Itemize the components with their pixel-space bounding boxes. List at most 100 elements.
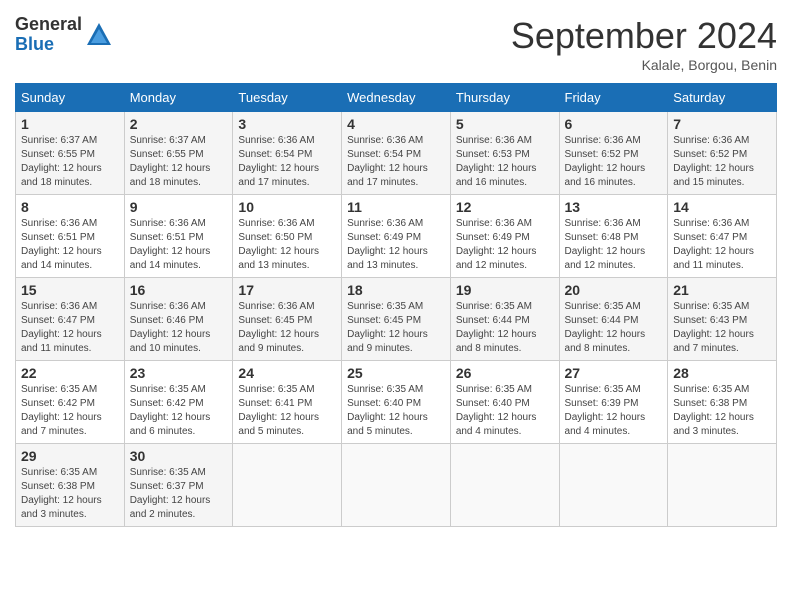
day-number: 12 [456,199,554,215]
calendar-day-cell [559,444,668,527]
calendar-day-cell: 25 Sunrise: 6:35 AM Sunset: 6:40 PM Dayli… [342,361,451,444]
day-number: 29 [21,448,119,464]
calendar-day-cell: 29 Sunrise: 6:35 AM Sunset: 6:38 PM Dayli… [16,444,125,527]
day-of-week-header: Wednesday [342,84,451,112]
day-number: 7 [673,116,771,132]
day-content: Sunrise: 6:37 AM Sunset: 6:55 PM Dayligh… [130,134,228,190]
day-number: 25 [347,365,445,381]
calendar-day-cell: 4 Sunrise: 6:36 AM Sunset: 6:54 PM Daylig… [342,112,451,195]
day-content: Sunrise: 6:36 AM Sunset: 6:52 PM Dayligh… [565,134,663,190]
day-number: 10 [238,199,336,215]
calendar-day-cell [233,444,342,527]
day-content: Sunrise: 6:35 AM Sunset: 6:42 PM Dayligh… [130,383,228,439]
calendar-week-row: 22 Sunrise: 6:35 AM Sunset: 6:42 PM Dayli… [16,361,777,444]
calendar-week-row: 8 Sunrise: 6:36 AM Sunset: 6:51 PM Daylig… [16,195,777,278]
calendar-day-cell: 20 Sunrise: 6:35 AM Sunset: 6:44 PM Dayli… [559,278,668,361]
day-content: Sunrise: 6:36 AM Sunset: 6:45 PM Dayligh… [238,300,336,356]
day-number: 23 [130,365,228,381]
calendar-day-cell [450,444,559,527]
day-content: Sunrise: 6:36 AM Sunset: 6:50 PM Dayligh… [238,217,336,273]
calendar-day-cell: 15 Sunrise: 6:36 AM Sunset: 6:47 PM Dayli… [16,278,125,361]
calendar-day-cell: 27 Sunrise: 6:35 AM Sunset: 6:39 PM Dayli… [559,361,668,444]
day-number: 22 [21,365,119,381]
day-content: Sunrise: 6:35 AM Sunset: 6:38 PM Dayligh… [673,383,771,439]
day-number: 30 [130,448,228,464]
day-content: Sunrise: 6:35 AM Sunset: 6:45 PM Dayligh… [347,300,445,356]
calendar-week-row: 15 Sunrise: 6:36 AM Sunset: 6:47 PM Dayli… [16,278,777,361]
day-number: 26 [456,365,554,381]
day-content: Sunrise: 6:35 AM Sunset: 6:41 PM Dayligh… [238,383,336,439]
calendar-day-cell: 1Sunrise: 6:37 AM Sunset: 6:55 PM Daylig… [16,112,125,195]
day-number: 21 [673,282,771,298]
day-content: Sunrise: 6:35 AM Sunset: 6:43 PM Dayligh… [673,300,771,356]
calendar-day-cell: 26 Sunrise: 6:35 AM Sunset: 6:40 PM Dayli… [450,361,559,444]
day-number: 13 [565,199,663,215]
calendar-day-cell: 13 Sunrise: 6:36 AM Sunset: 6:48 PM Dayli… [559,195,668,278]
month-title: September 2024 [511,15,777,57]
day-of-week-header: Monday [124,84,233,112]
day-of-week-header: Sunday [16,84,125,112]
calendar-week-row: 1Sunrise: 6:37 AM Sunset: 6:55 PM Daylig… [16,112,777,195]
day-of-week-header: Tuesday [233,84,342,112]
day-content: Sunrise: 6:35 AM Sunset: 6:38 PM Dayligh… [21,466,119,522]
calendar-day-cell: 23 Sunrise: 6:35 AM Sunset: 6:42 PM Dayli… [124,361,233,444]
day-number: 14 [673,199,771,215]
day-of-week-header: Thursday [450,84,559,112]
calendar-day-cell: 11Sunrise: 6:36 AM Sunset: 6:49 PM Dayli… [342,195,451,278]
day-number: 3 [238,116,336,132]
day-content: Sunrise: 6:35 AM Sunset: 6:37 PM Dayligh… [130,466,228,522]
day-content: Sunrise: 6:36 AM Sunset: 6:48 PM Dayligh… [565,217,663,273]
calendar-day-cell: 7 Sunrise: 6:36 AM Sunset: 6:52 PM Daylig… [668,112,777,195]
day-number: 4 [347,116,445,132]
day-number: 11 [347,199,445,215]
day-content: Sunrise: 6:36 AM Sunset: 6:53 PM Dayligh… [456,134,554,190]
day-of-week-header: Saturday [668,84,777,112]
calendar-day-cell: 5 Sunrise: 6:36 AM Sunset: 6:53 PM Daylig… [450,112,559,195]
day-content: Sunrise: 6:36 AM Sunset: 6:46 PM Dayligh… [130,300,228,356]
day-content: Sunrise: 6:35 AM Sunset: 6:40 PM Dayligh… [456,383,554,439]
page-header: General Blue September 2024 Kalale, Borg… [15,15,777,73]
logo: General Blue [15,15,113,55]
calendar-day-cell: 22 Sunrise: 6:35 AM Sunset: 6:42 PM Dayli… [16,361,125,444]
day-number: 2 [130,116,228,132]
calendar-day-cell: 10 Sunrise: 6:36 AM Sunset: 6:50 PM Dayli… [233,195,342,278]
day-content: Sunrise: 6:36 AM Sunset: 6:49 PM Dayligh… [456,217,554,273]
day-number: 9 [130,199,228,215]
day-content: Sunrise: 6:36 AM Sunset: 6:52 PM Dayligh… [673,134,771,190]
calendar-day-cell [668,444,777,527]
day-content: Sunrise: 6:35 AM Sunset: 6:44 PM Dayligh… [456,300,554,356]
day-content: Sunrise: 6:35 AM Sunset: 6:44 PM Dayligh… [565,300,663,356]
day-content: Sunrise: 6:35 AM Sunset: 6:39 PM Dayligh… [565,383,663,439]
day-content: Sunrise: 6:35 AM Sunset: 6:40 PM Dayligh… [347,383,445,439]
day-content: Sunrise: 6:36 AM Sunset: 6:54 PM Dayligh… [347,134,445,190]
day-content: Sunrise: 6:37 AM Sunset: 6:55 PM Dayligh… [21,134,119,190]
title-section: September 2024 Kalale, Borgou, Benin [511,15,777,73]
day-number: 16 [130,282,228,298]
day-number: 20 [565,282,663,298]
day-number: 18 [347,282,445,298]
day-number: 27 [565,365,663,381]
calendar-day-cell: 16 Sunrise: 6:36 AM Sunset: 6:46 PM Dayli… [124,278,233,361]
logo-icon [85,21,113,49]
day-number: 28 [673,365,771,381]
calendar-day-cell: 19Sunrise: 6:35 AM Sunset: 6:44 PM Dayli… [450,278,559,361]
day-number: 6 [565,116,663,132]
day-number: 8 [21,199,119,215]
day-number: 15 [21,282,119,298]
day-number: 17 [238,282,336,298]
calendar-day-cell [342,444,451,527]
calendar-week-row: 29 Sunrise: 6:35 AM Sunset: 6:38 PM Dayli… [16,444,777,527]
calendar-day-cell: 21 Sunrise: 6:35 AM Sunset: 6:43 PM Dayli… [668,278,777,361]
day-content: Sunrise: 6:35 AM Sunset: 6:42 PM Dayligh… [21,383,119,439]
calendar-header: SundayMondayTuesdayWednesdayThursdayFrid… [16,84,777,112]
calendar-table: SundayMondayTuesdayWednesdayThursdayFrid… [15,83,777,527]
day-number: 24 [238,365,336,381]
calendar-day-cell: 28 Sunrise: 6:35 AM Sunset: 6:38 PM Dayli… [668,361,777,444]
day-content: Sunrise: 6:36 AM Sunset: 6:51 PM Dayligh… [21,217,119,273]
day-number: 5 [456,116,554,132]
calendar-day-cell: 18 Sunrise: 6:35 AM Sunset: 6:45 PM Dayli… [342,278,451,361]
day-content: Sunrise: 6:36 AM Sunset: 6:47 PM Dayligh… [21,300,119,356]
calendar-day-cell: 2 Sunrise: 6:37 AM Sunset: 6:55 PM Daylig… [124,112,233,195]
day-content: Sunrise: 6:36 AM Sunset: 6:54 PM Dayligh… [238,134,336,190]
calendar-day-cell: 14Sunrise: 6:36 AM Sunset: 6:47 PM Dayli… [668,195,777,278]
